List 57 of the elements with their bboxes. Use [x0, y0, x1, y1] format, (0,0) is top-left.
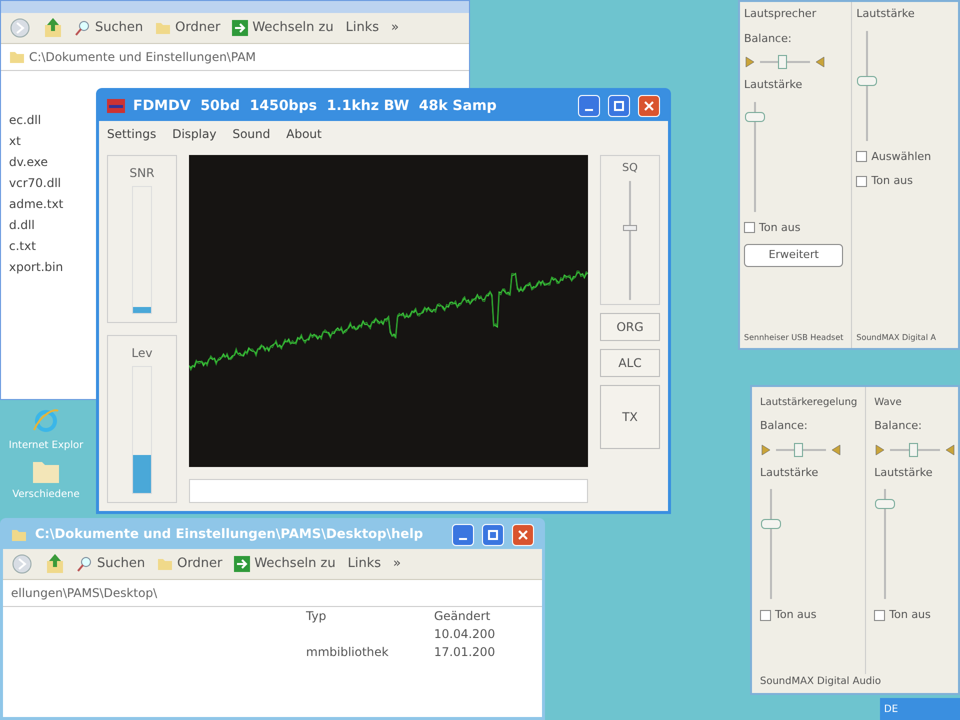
mute-checkbox[interactable]: Auswählen	[856, 148, 950, 165]
device-label: SoundMAX Digital Audio	[759, 675, 882, 689]
address-field[interactable]: ellungen\PAMS\Desktop\	[11, 584, 158, 602]
file-item[interactable]: d.dll	[9, 216, 35, 234]
channel-title: Lautsprecher	[744, 6, 818, 22]
advanced-button[interactable]: Erweitert	[744, 244, 844, 266]
volume-label: Lautstärke	[744, 77, 804, 93]
menu-item[interactable]: Settings	[107, 125, 156, 143]
file-item[interactable]: xport.bin	[9, 258, 64, 276]
table-cell-text: 10.04.200	[434, 626, 496, 643]
toolbar-button[interactable]: Ordner	[157, 554, 222, 574]
toolbar-button[interactable]: »	[391, 18, 399, 38]
toolbar-button[interactable]: Links	[348, 554, 382, 574]
mute-checkbox[interactable]: Ton aus	[874, 607, 956, 624]
volume-label: Lautstärke	[874, 464, 934, 480]
toolbar-button[interactable]: Ordner	[155, 18, 220, 38]
table-cell-text: mmbibliothek	[306, 644, 390, 661]
toolbar-button[interactable]: Wechseln zu	[234, 554, 336, 574]
device-label: SoundMAX Digital A	[856, 332, 937, 344]
control-button[interactable]: ALC	[600, 349, 660, 377]
toolbar-button[interactable]: Wechseln zu	[232, 18, 334, 38]
mute-checkbox[interactable]: Ton aus	[856, 173, 950, 190]
channel-title: Wave	[874, 396, 903, 410]
address-field[interactable]: C:\Dokumente und Einstellungen\PAM	[29, 48, 256, 66]
balance-label: Balance:	[760, 418, 809, 434]
channel-title: Lautstärkeregelung	[760, 396, 858, 410]
device-label: Sennheiser USB Headset	[744, 332, 844, 344]
balance-label: Balance:	[744, 30, 793, 46]
table-cell-text: 17.01.200	[434, 644, 496, 661]
file-item[interactable]: ec.dll	[9, 111, 42, 129]
control-button[interactable]: ORG	[600, 313, 660, 341]
menu-item[interactable]: Display	[172, 125, 216, 143]
column-header[interactable]: Typ	[306, 607, 426, 625]
balance-label: Balance:	[874, 418, 923, 434]
menu-item[interactable]: About	[286, 125, 322, 143]
file-item[interactable]: c.txt	[9, 237, 36, 255]
tx-button[interactable]: TX	[600, 385, 660, 449]
file-item[interactable]: vcr70.dll	[9, 174, 62, 192]
toolbar-button[interactable]: Suchen	[77, 554, 146, 574]
mute-checkbox[interactable]: Ton aus	[760, 607, 858, 624]
meter-label: Lev	[132, 345, 152, 362]
column-header[interactable]: Geändert	[434, 607, 534, 625]
language-indicator[interactable]: DE	[884, 702, 898, 716]
window-title: FDMDV 50bd 1450bps 1.1khz BW 48k Samp	[133, 96, 498, 116]
toolbar-button[interactable]: Links	[346, 18, 380, 38]
channel-title: Lautstärke	[856, 6, 916, 22]
window-title: C:\Dokumente und Einstellungen\PAMS\Desktop\help	[35, 526, 424, 544]
toolbar-button[interactable]: »	[393, 554, 401, 574]
menu-item[interactable]: Sound	[232, 125, 270, 143]
slider-label: SQ	[622, 160, 638, 176]
volume-label: Lautstärke	[760, 464, 820, 480]
file-item[interactable]: dv.exe	[9, 153, 48, 171]
toolbar-button[interactable]: Suchen	[75, 18, 144, 38]
meter-label: SNR	[130, 165, 154, 182]
file-item[interactable]: adme.txt	[9, 195, 64, 213]
mute-checkbox[interactable]: Ton aus	[744, 220, 844, 236]
file-item[interactable]: xt	[9, 132, 21, 150]
